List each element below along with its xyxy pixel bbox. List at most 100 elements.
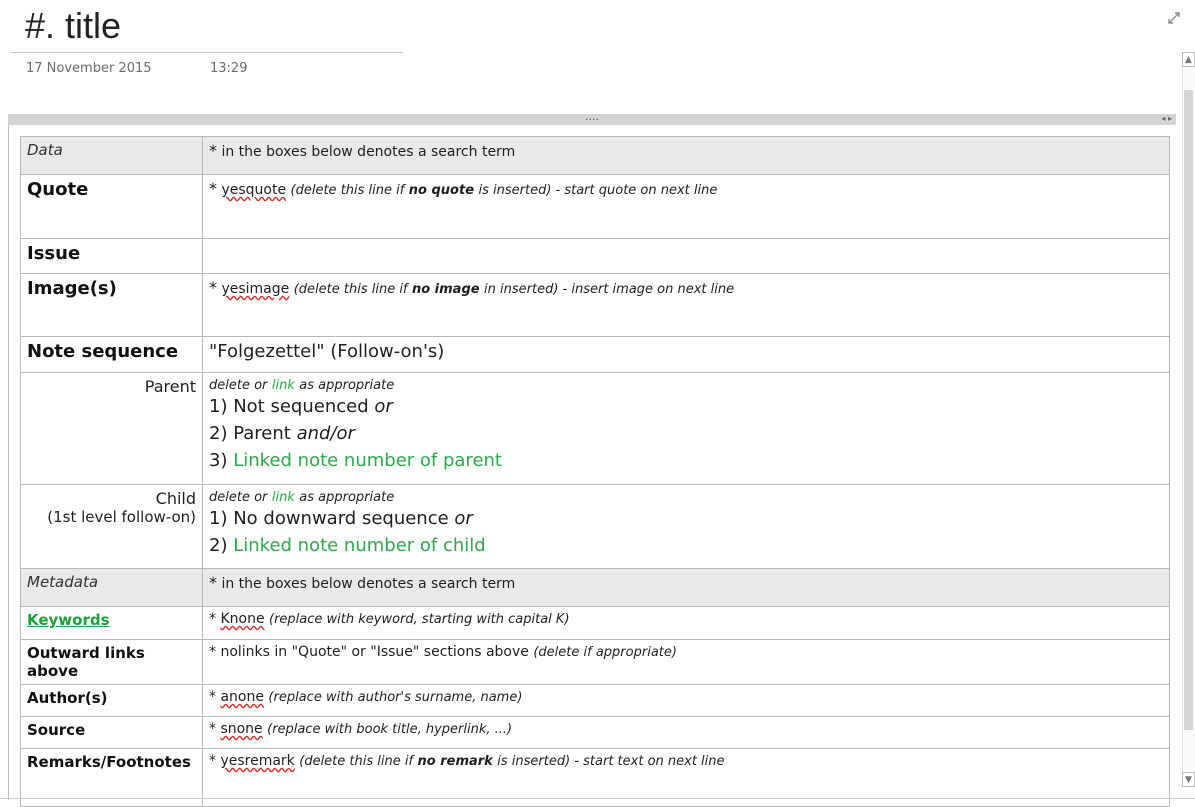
- table-row: Author(s) * anone (replace with author's…: [20, 684, 1170, 717]
- star-marker: *: [209, 141, 217, 160]
- data-header-text: in the boxes below denotes a search term: [221, 144, 516, 160]
- outward-links-text: * nolinks in "Quote" or "Issue" sections…: [209, 644, 529, 660]
- link-word: link: [271, 378, 295, 393]
- parent-option-1: 1) Not sequenced or: [209, 393, 1163, 420]
- keywords-link[interactable]: Keywords: [27, 611, 110, 629]
- chevron-down-icon[interactable]: ▼: [1182, 772, 1195, 787]
- page-date: 17 November 2015: [26, 61, 152, 76]
- table-cell[interactable]: Author(s): [20, 684, 203, 717]
- table-cell[interactable]: * Knone (replace with keyword, starting …: [202, 606, 1170, 640]
- option-text: 1) Not sequenced: [209, 396, 369, 417]
- table-cell[interactable]: Source: [20, 716, 203, 749]
- outward-links-note: (delete if appropriate): [533, 645, 677, 660]
- resize-arrows-icon[interactable]: ◂ ▸: [1161, 113, 1172, 124]
- parent-instruction: delete or link as appropriate: [209, 377, 1163, 393]
- keywords-keyword: Knone: [220, 611, 265, 627]
- remarks-note-a: (delete this line if: [299, 754, 414, 769]
- note-template-table: Data * in the boxes below denotes a sear…: [20, 136, 1170, 807]
- authors-label: Author(s): [27, 689, 108, 707]
- instruction-text: as appropriate: [299, 378, 395, 393]
- quote-label: Quote: [27, 179, 89, 200]
- table-cell[interactable]: * anone (replace with author's surname, …: [202, 684, 1170, 717]
- option-conjunction: and/or: [296, 423, 355, 444]
- instruction-text: delete or: [209, 378, 268, 393]
- instruction-text: as appropriate: [299, 490, 395, 505]
- image-note-b: no image: [411, 282, 480, 297]
- child-option-1: 1) No downward sequence or: [209, 505, 1163, 532]
- instruction-text: delete or: [209, 490, 268, 505]
- option-conjunction: or: [374, 396, 393, 417]
- table-move-handle[interactable]: .... ◂ ▸: [8, 111, 1176, 125]
- table-cell[interactable]: "Folgezettel" (Follow-on's): [202, 336, 1170, 373]
- title-divider: [10, 52, 403, 53]
- table-row: Image(s) * yesimage (delete this line if…: [20, 273, 1170, 337]
- quote-keyword: yesquote: [221, 182, 287, 198]
- quote-note-c: is inserted) - start quote on next line: [478, 183, 718, 198]
- table-row: Note sequence "Folgezettel" (Follow-on's…: [20, 336, 1170, 373]
- star-marker: *: [209, 753, 216, 769]
- table-cell[interactable]: Parent: [20, 372, 203, 485]
- option-text: 1) No downward sequence: [209, 508, 449, 529]
- option-number: 2): [209, 535, 228, 556]
- star-marker: *: [209, 278, 217, 297]
- note-sequence-value: "Folgezettel" (Follow-on's): [209, 341, 445, 362]
- child-note-link[interactable]: Linked note number of child: [233, 535, 486, 556]
- table-cell[interactable]: Data: [20, 136, 203, 175]
- table-row: Issue: [20, 238, 1170, 274]
- star-marker: *: [209, 611, 216, 627]
- option-number: 3): [209, 450, 228, 471]
- metadata-header-label: Metadata: [27, 573, 99, 591]
- table-cell[interactable]: delete or link as appropriate 1) No down…: [202, 484, 1170, 569]
- chevron-up-icon[interactable]: ▲: [1182, 52, 1195, 67]
- table-cell[interactable]: Outward links above: [20, 639, 203, 685]
- table-row: Outward links above * nolinks in "Quote"…: [20, 639, 1170, 685]
- table-row: Child (1st level follow-on) delete or li…: [20, 484, 1170, 569]
- star-marker: *: [209, 179, 217, 198]
- remarks-keyword: yesremark: [220, 753, 295, 769]
- outward-links-label: Outward links above: [27, 644, 145, 680]
- table-row: Source * snone (replace with book title,…: [20, 716, 1170, 749]
- option-text: 2) Parent: [209, 423, 291, 444]
- table-cell[interactable]: [202, 238, 1170, 274]
- table-row: Keywords * Knone (replace with keyword, …: [20, 606, 1170, 640]
- star-marker: *: [209, 573, 217, 592]
- parent-option-2: 2) Parent and/or: [209, 420, 1163, 447]
- table-row: Quote * yesquote (delete this line if no…: [20, 174, 1170, 239]
- table-cell[interactable]: Child (1st level follow-on): [20, 484, 203, 569]
- child-label: Child: [155, 489, 196, 508]
- source-label: Source: [27, 721, 86, 739]
- keywords-note: (replace with keyword, starting with cap…: [269, 612, 570, 627]
- expand-icon[interactable]: [1166, 10, 1182, 26]
- table-row: Data * in the boxes below denotes a sear…: [20, 136, 1170, 175]
- source-keyword: snone: [220, 721, 263, 737]
- option-conjunction: or: [454, 508, 473, 529]
- table-cell[interactable]: * in the boxes below denotes a search te…: [202, 568, 1170, 607]
- issue-label: Issue: [27, 243, 81, 264]
- star-marker: *: [209, 721, 216, 737]
- table-cell[interactable]: * snone (replace with book title, hyperl…: [202, 716, 1170, 749]
- page-time: 13:29: [210, 61, 248, 76]
- table-cell[interactable]: Image(s): [20, 273, 203, 337]
- table-cell[interactable]: Issue: [20, 238, 203, 274]
- table-cell[interactable]: * nolinks in "Quote" or "Issue" sections…: [202, 639, 1170, 685]
- table-cell[interactable]: Keywords: [20, 606, 203, 640]
- image-note-c: in inserted) - insert image on next line: [484, 282, 735, 297]
- metadata-header-text: in the boxes below denotes a search term: [221, 576, 516, 592]
- drag-dots-icon[interactable]: ....: [585, 111, 599, 122]
- scrollbar-thumb[interactable]: [1184, 90, 1193, 730]
- table-cell[interactable]: delete or link as appropriate 1) Not seq…: [202, 372, 1170, 485]
- table-cell[interactable]: Note sequence: [20, 336, 203, 373]
- parent-note-link[interactable]: Linked note number of parent: [233, 450, 502, 471]
- link-word: link: [271, 490, 295, 505]
- note-sequence-label: Note sequence: [27, 341, 179, 362]
- table-cell[interactable]: * yesquote (delete this line if no quote…: [202, 174, 1170, 239]
- table-cell[interactable]: Metadata: [20, 568, 203, 607]
- quote-note-a: (delete this line if: [290, 183, 405, 198]
- table-row: Metadata * in the boxes below denotes a …: [20, 568, 1170, 607]
- table-cell[interactable]: * in the boxes below denotes a search te…: [202, 136, 1170, 175]
- star-marker: *: [209, 689, 216, 705]
- remarks-label: Remarks/Footnotes: [27, 753, 191, 771]
- table-cell[interactable]: * yesimage (delete this line if no image…: [202, 273, 1170, 337]
- page-title[interactable]: #. title: [25, 5, 121, 47]
- table-cell[interactable]: Quote: [20, 174, 203, 239]
